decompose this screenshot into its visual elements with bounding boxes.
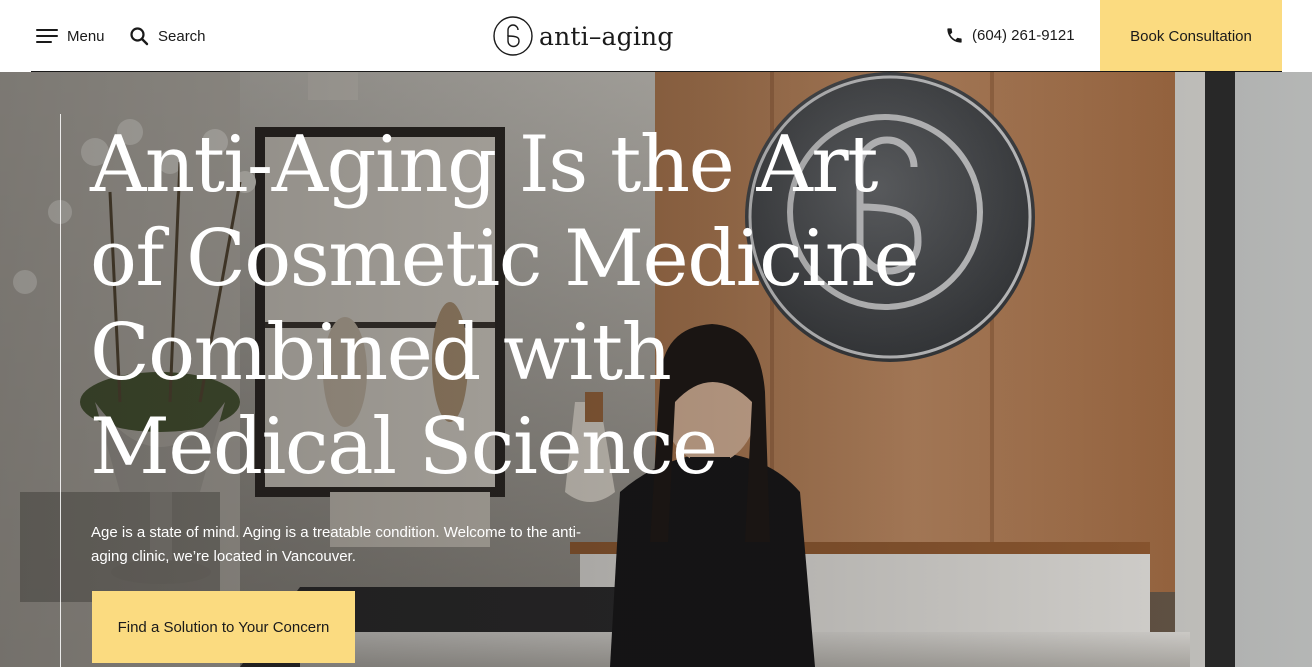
- hero-vertical-line: [60, 114, 61, 667]
- hero-title-line: Combined with: [90, 308, 672, 398]
- header-divider: [31, 71, 1282, 72]
- site-logo[interactable]: anti–aging: [493, 15, 674, 57]
- book-consultation-button[interactable]: Book Consultation: [1100, 0, 1282, 72]
- logo-text: anti–aging: [539, 21, 674, 51]
- logo-mark-icon: [493, 16, 533, 56]
- hero-title-line: Anti-Aging Is the Art: [90, 120, 879, 210]
- phone-icon: [947, 27, 962, 43]
- hamburger-icon: [36, 29, 58, 43]
- search-icon: [130, 27, 149, 46]
- hero-title-line: of Cosmetic Medicine: [90, 214, 920, 304]
- hero-title: Anti-Aging Is the Art of Cosmetic Medici…: [90, 118, 920, 494]
- phone-link[interactable]: (604) 261-9121: [945, 24, 1075, 46]
- hero-subtitle: Age is a state of mind. Aging is a treat…: [91, 524, 581, 565]
- phone-number: (604) 261-9121: [972, 26, 1075, 44]
- search-button[interactable]: Search: [129, 22, 206, 50]
- search-label: Search: [158, 27, 206, 45]
- menu-label: Menu: [67, 27, 105, 45]
- site-header: Menu Search anti–aging (604) 261-9121 Bo…: [0, 0, 1312, 72]
- hero-title-line: Medical Science: [90, 402, 718, 492]
- find-solution-button[interactable]: Find a Solution to Your Concern: [92, 591, 355, 663]
- menu-button[interactable]: Menu: [36, 22, 105, 50]
- hero-section: Anti-Aging Is the Art of Cosmetic Medici…: [0, 72, 1312, 667]
